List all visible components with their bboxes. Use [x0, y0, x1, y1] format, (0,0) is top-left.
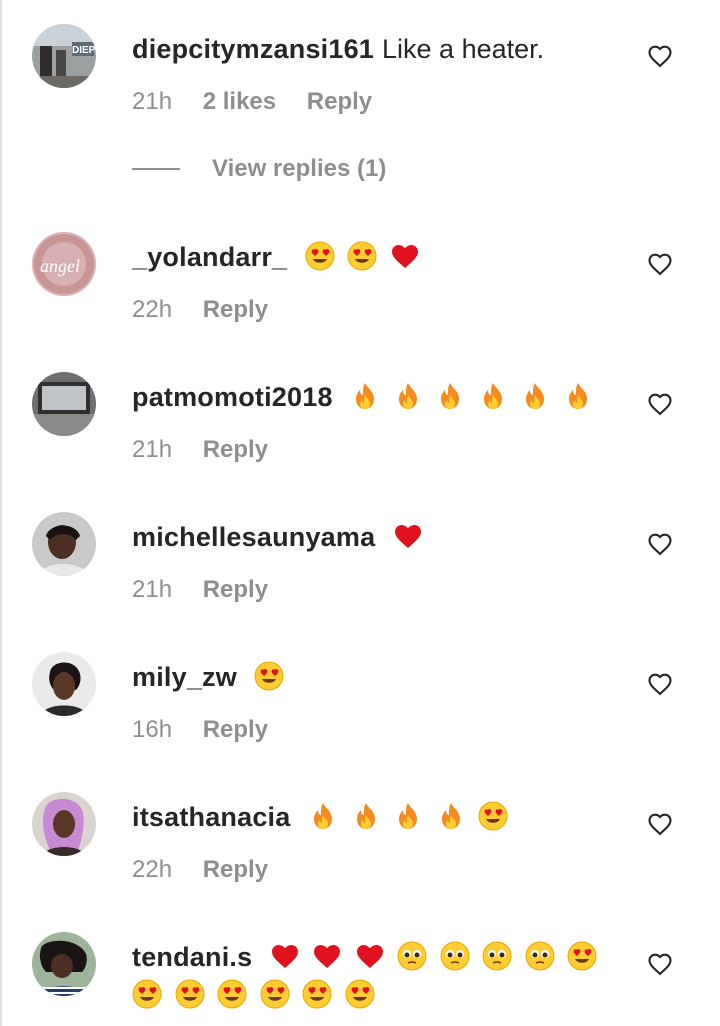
reply-button[interactable]: Reply	[203, 576, 268, 603]
comment-time: 21h	[132, 88, 173, 115]
fire-emoji-icon	[563, 381, 593, 411]
comment-emojis	[247, 661, 290, 692]
comment-body: patmomoti2018	[132, 378, 622, 416]
comment-likes[interactable]: 2 likes	[203, 88, 276, 115]
comment-time: 22h	[132, 296, 173, 323]
comment-time: 22h	[132, 856, 173, 883]
avatar[interactable]	[32, 792, 96, 856]
comment-username[interactable]: mily_zw	[132, 662, 237, 692]
fire-emoji-icon	[308, 801, 338, 831]
heart-eyes-emoji-icon	[302, 979, 332, 1009]
view-replies-line	[132, 168, 180, 170]
fire-emoji-icon	[393, 381, 423, 411]
comment-meta: 21h Reply	[132, 436, 292, 464]
reply-button[interactable]: Reply	[203, 436, 268, 463]
comment-emojis	[297, 241, 425, 272]
avatar[interactable]	[32, 932, 96, 996]
heart-eyes-emoji-icon	[567, 941, 597, 971]
fire-emoji-icon	[436, 801, 466, 831]
avatar[interactable]: DIEP	[32, 24, 96, 88]
left-edge-divider	[0, 0, 2, 1026]
comment-username[interactable]: _yolandarr_	[132, 242, 287, 272]
comment-body: diepcitymzansi161 Like a heater.	[132, 30, 622, 68]
reply-button[interactable]: Reply	[307, 88, 372, 115]
comment-emojis	[385, 522, 428, 552]
view-replies-label: View replies (1)	[212, 155, 387, 182]
comment-time: 21h	[132, 436, 173, 463]
reply-button[interactable]: Reply	[203, 296, 268, 323]
like-heart-icon[interactable]	[646, 42, 674, 70]
comment-username[interactable]: tendani.s	[132, 942, 252, 972]
comment-meta: 22h Reply	[132, 296, 292, 324]
like-heart-icon[interactable]	[646, 670, 674, 698]
avatar[interactable]	[32, 652, 96, 716]
comment-username[interactable]: itsathanacia	[132, 802, 290, 832]
comment-body: itsathanacia	[132, 798, 622, 836]
fire-emoji-icon	[393, 801, 423, 831]
red-heart-emoji-icon	[355, 941, 385, 971]
comment-text: Like a heater.	[382, 34, 545, 64]
pleading-emoji-icon	[482, 941, 512, 971]
pleading-emoji-icon	[397, 941, 427, 971]
avatar[interactable]	[32, 372, 96, 436]
heart-eyes-emoji-icon	[132, 979, 162, 1009]
avatar-angel-text: angel	[40, 256, 80, 276]
fire-emoji-icon	[520, 381, 550, 411]
heart-eyes-emoji-icon	[305, 241, 335, 271]
comment-username[interactable]: patmomoti2018	[132, 382, 333, 412]
comment-body: tendani.s	[132, 938, 622, 1014]
heart-eyes-emoji-icon	[260, 979, 290, 1009]
like-heart-icon[interactable]	[646, 390, 674, 418]
comment-emojis	[300, 801, 513, 832]
fire-emoji-icon	[478, 381, 508, 411]
comment-time: 16h	[132, 716, 173, 743]
pleading-emoji-icon	[440, 941, 470, 971]
heart-eyes-emoji-icon	[345, 979, 375, 1009]
avatar[interactable]	[32, 512, 96, 576]
reply-button[interactable]: Reply	[203, 856, 268, 883]
fire-emoji-icon	[350, 381, 380, 411]
heart-eyes-emoji-icon	[478, 801, 508, 831]
fire-emoji-icon	[435, 381, 465, 411]
comment-emojis	[343, 382, 598, 412]
red-heart-emoji-icon	[312, 941, 342, 971]
comment-meta: 16h Reply	[132, 716, 292, 744]
pleading-emoji-icon	[525, 941, 555, 971]
heart-eyes-emoji-icon	[254, 661, 284, 691]
comment-time: 21h	[132, 576, 173, 603]
red-heart-emoji-icon	[390, 241, 420, 271]
like-heart-icon[interactable]	[646, 950, 674, 978]
like-heart-icon[interactable]	[646, 810, 674, 838]
red-heart-emoji-icon	[393, 521, 423, 551]
comment-body: _yolandarr_	[132, 238, 622, 276]
fire-emoji-icon	[351, 801, 381, 831]
like-heart-icon[interactable]	[646, 530, 674, 558]
comment-body: mily_zw	[132, 658, 622, 696]
reply-button[interactable]: Reply	[203, 716, 268, 743]
comment-username[interactable]: diepcitymzansi161	[132, 34, 374, 64]
heart-eyes-emoji-icon	[217, 979, 247, 1009]
like-heart-icon[interactable]	[646, 250, 674, 278]
avatar[interactable]: angel	[32, 232, 96, 296]
comment-body: michellesaunyama	[132, 518, 622, 556]
red-heart-emoji-icon	[270, 941, 300, 971]
view-replies-button[interactable]: View replies (1)	[132, 152, 386, 186]
comment-username[interactable]: michellesaunyama	[132, 522, 375, 552]
comment-meta: 21h 2 likes Reply	[132, 88, 396, 116]
heart-eyes-emoji-icon	[347, 241, 377, 271]
comment-meta: 21h Reply	[132, 576, 292, 604]
avatar-sign-text: DIEP	[72, 45, 96, 56]
comment-meta: 22h Reply	[132, 856, 292, 884]
heart-eyes-emoji-icon	[175, 979, 205, 1009]
